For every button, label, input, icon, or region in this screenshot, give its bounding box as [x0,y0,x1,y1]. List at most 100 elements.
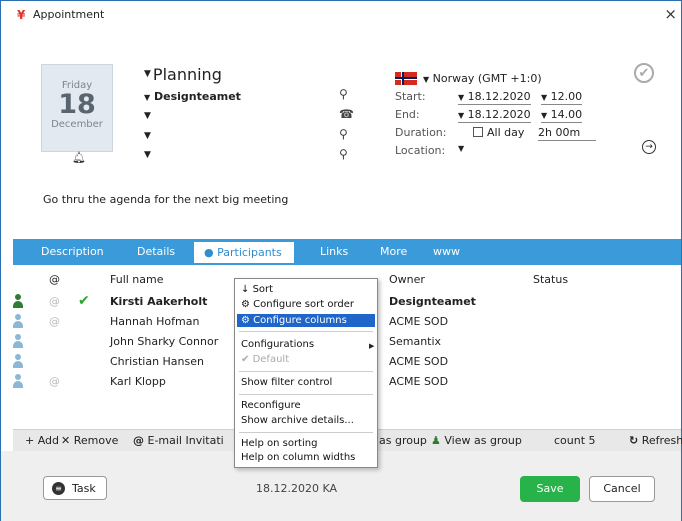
tab-www[interactable]: www [433,245,460,258]
person-icon [13,354,23,368]
duration-field[interactable]: 2h 00m [538,126,596,141]
header-owner[interactable]: Owner [389,273,425,286]
row-owner: ACME SOD [389,315,449,328]
appointment-window: ¥ Appointment × Friday 18 December 🔔︎ ▼ P… [0,0,682,521]
row-fullname: Christian Hansen [110,355,204,368]
cancel-button[interactable]: Cancel [589,476,655,502]
chevron-down-icon: ▼ [144,93,151,102]
checkbox-box[interactable] [473,127,483,137]
menu-item-show-filter[interactable]: Show filter control [241,377,332,388]
accepted-check-icon: ✔ [78,293,90,309]
tab-participants[interactable]: ● Participants [194,242,294,263]
chevron-right-icon: ▶ [369,342,375,350]
menu-item-help-columns[interactable]: Help on column widths [241,452,355,463]
view-as-group-button[interactable]: ♟ View as group [431,434,522,447]
menu-separator [239,394,373,395]
appointment-type: Planning [152,65,222,84]
email-invitation-button[interactable]: @ E-mail Invitati [133,434,224,447]
search-icon[interactable]: ⚲ [339,147,348,161]
remove-button[interactable]: ✕ Remove [61,434,118,447]
empty-dropdown-1[interactable]: ▼ [144,111,151,121]
allday-checkbox[interactable]: All day [473,126,524,139]
app-logo-icon: ¥ [17,8,26,22]
location-label: Location: [395,144,446,157]
tab-links[interactable]: Links [320,245,348,258]
done-check-icon[interactable]: ✔ [634,63,654,83]
chevron-down-icon: ▼ [541,93,548,102]
menu-item-reconfigure[interactable]: Reconfigure [241,400,301,411]
timezone-selector[interactable]: ▼ Norway (GMT +1:0) [423,72,542,85]
row-at: @ [49,375,60,388]
header-status[interactable]: Status [533,273,568,286]
tab-description[interactable]: Description [41,245,104,258]
start-time-field[interactable]: ▼ 12.00 [541,90,583,105]
phone-icon[interactable]: ☎︎ [339,107,354,121]
row-owner: Designteamet [389,295,476,308]
start-date-value: 18.12.2020 [467,90,531,103]
count-label: count 5 [554,434,596,447]
configure-sort-label: Configure sort order [253,299,355,310]
close-icon[interactable]: × [664,5,677,23]
remove-icon: ✕ [61,434,71,447]
header-fullname[interactable]: Full name [110,273,164,286]
sort-icon: ↓ [241,284,250,295]
tab-details[interactable]: Details [137,245,175,258]
add-button[interactable]: + Add [25,434,59,447]
email-label: E-mail Invitati [147,434,224,447]
add-label: Add [37,434,60,447]
save-button[interactable]: Save [520,476,580,502]
type-selector[interactable]: ▼ Planning [144,65,222,84]
as-group-button[interactable]: as group [379,434,427,447]
remove-label: Remove [73,434,119,447]
person-icon [13,314,23,328]
row-at: @ [49,315,60,328]
menu-item-sort[interactable]: ↓ Sort [241,284,273,295]
owner-name: Designteamet [154,90,241,103]
bell-icon[interactable]: 🔔︎ [72,151,86,164]
search-icon[interactable]: ⚲ [339,127,348,141]
menu-item-show-archive[interactable]: Show archive details... [241,415,354,426]
date-month: December [51,119,103,130]
menu-item-configurations[interactable]: Configurations [241,339,314,350]
chevron-down-icon: ▼ [458,93,465,102]
date-day: 18 [58,89,96,120]
date-tile: Friday 18 December [41,64,113,152]
end-time-field[interactable]: ▼ 14.00 [541,108,583,123]
chevron-down-icon: ▼ [458,111,465,120]
refresh-label: Refresh [641,434,682,447]
menu-item-help-sorting[interactable]: Help on sorting [241,438,317,449]
end-label: End: [395,108,420,121]
tab-more[interactable]: More [380,245,407,258]
menu-item-configure-columns[interactable]: ⚙ Configure columns [237,314,375,327]
window-title: Appointment [33,8,105,21]
configure-columns-label: Configure columns [253,315,347,326]
arrow-right-icon[interactable]: → [642,140,656,154]
task-button[interactable]: ≡ Task [43,476,107,500]
header-at[interactable]: @ [49,273,60,286]
tab-bar: Description Details ● Participants Links… [13,239,681,265]
chevron-down-icon: ▼ [423,75,430,84]
row-fullname: Kirsti Aakerholt [110,295,208,308]
task-label: Task [72,482,96,495]
row-owner: ACME SOD [389,375,449,388]
search-icon[interactable]: ⚲ [339,87,348,101]
check-icon: ✔ [241,354,250,365]
menu-item-configure-sort[interactable]: ⚙ Configure sort order [241,299,354,310]
row-owner: ACME SOD [389,355,449,368]
refresh-icon: ↻ [629,434,639,447]
context-menu: ↓ Sort ⚙ Configure sort order ⚙ Configur… [234,278,378,468]
flag-cross-h [395,77,417,79]
empty-dropdown-3[interactable]: ▼ [144,150,151,160]
duration-label: Duration: [395,126,447,139]
start-date-field[interactable]: ▼ 18.12.2020 [458,90,531,105]
end-date-field[interactable]: ▼ 18.12.2020 [458,108,531,123]
menu-separator [239,331,373,332]
sort-label: Sort [252,284,274,295]
end-time-value: 14.00 [550,108,583,121]
owner-selector[interactable]: ▼ Designteamet [144,90,241,103]
start-time-value: 12.00 [550,90,583,103]
empty-dropdown-2[interactable]: ▼ [144,131,151,141]
chevron-down-icon: ▼ [541,111,548,120]
refresh-button[interactable]: ↻ Refresh [629,434,682,447]
location-dropdown[interactable]: ▼ [458,144,464,153]
